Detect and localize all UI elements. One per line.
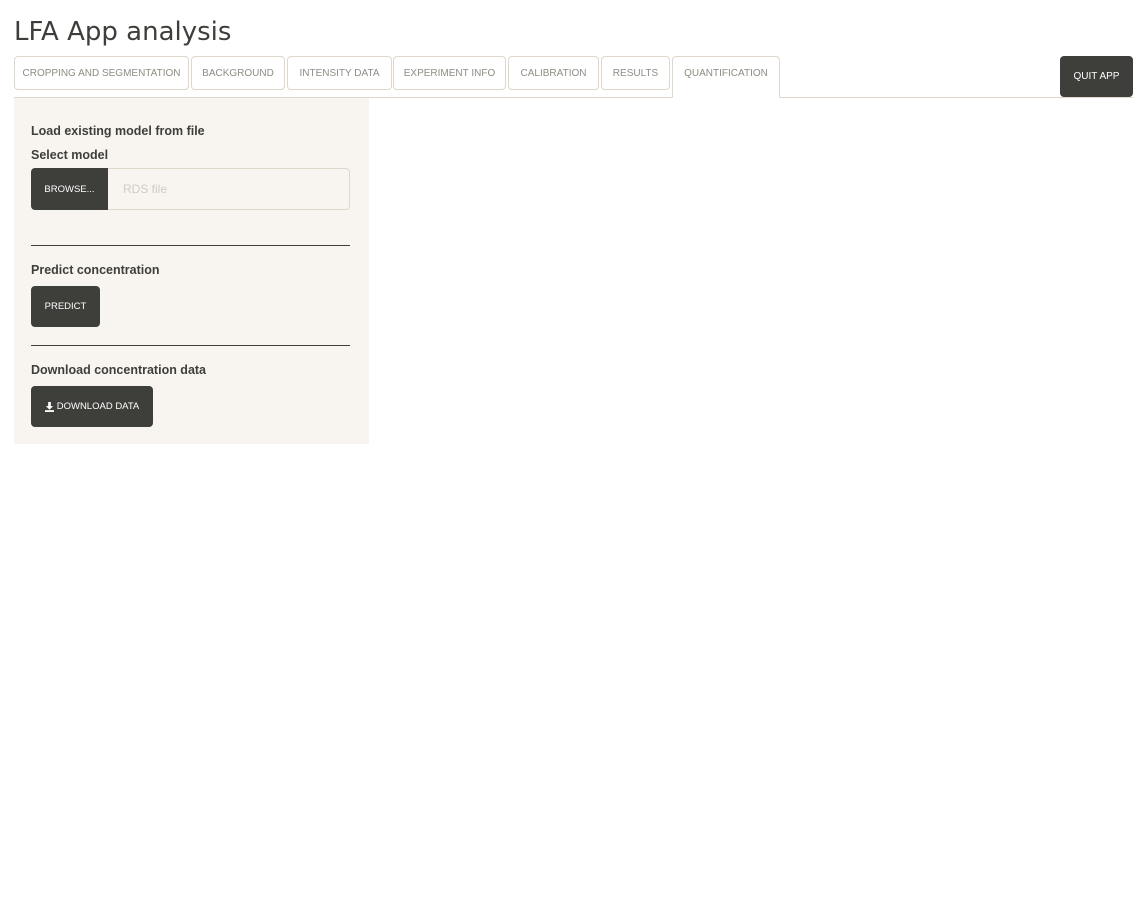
model-file-picker: Browse... [31, 168, 350, 210]
sidebar-panel: Load existing model from file Select mod… [14, 98, 369, 444]
quit-app-button[interactable]: Quit app [1060, 56, 1133, 97]
section-divider [31, 245, 350, 246]
tab-experiment-info[interactable]: Experiment info [393, 56, 506, 90]
browse-button[interactable]: Browse... [31, 168, 108, 210]
predict-heading: Predict concentration [31, 263, 160, 277]
load-model-heading: Load existing model from file [31, 124, 205, 138]
tab-cropping-and-segmentation[interactable]: Cropping and Segmentation [14, 56, 189, 90]
download-heading: Download concentration data [31, 363, 207, 377]
download-data-label: Download data [56, 401, 140, 412]
tab-intensity-data[interactable]: Intensity data [287, 56, 392, 90]
tab-results[interactable]: Results [601, 56, 670, 90]
select-model-label: Select model [31, 148, 109, 162]
download-icon [44, 401, 54, 412]
tab-bar: Cropping and Segmentation Background Int… [14, 56, 1133, 98]
predict-button[interactable]: Predict [31, 286, 100, 327]
section-divider [31, 345, 350, 346]
model-file-field[interactable] [108, 168, 350, 210]
download-data-button[interactable]: Download data [31, 386, 153, 427]
tab-quantification[interactable]: Quantification [672, 56, 780, 98]
tab-calibration[interactable]: Calibration [508, 56, 599, 90]
app-title: LFA App analysis [14, 17, 232, 47]
tab-background[interactable]: Background [191, 56, 285, 90]
